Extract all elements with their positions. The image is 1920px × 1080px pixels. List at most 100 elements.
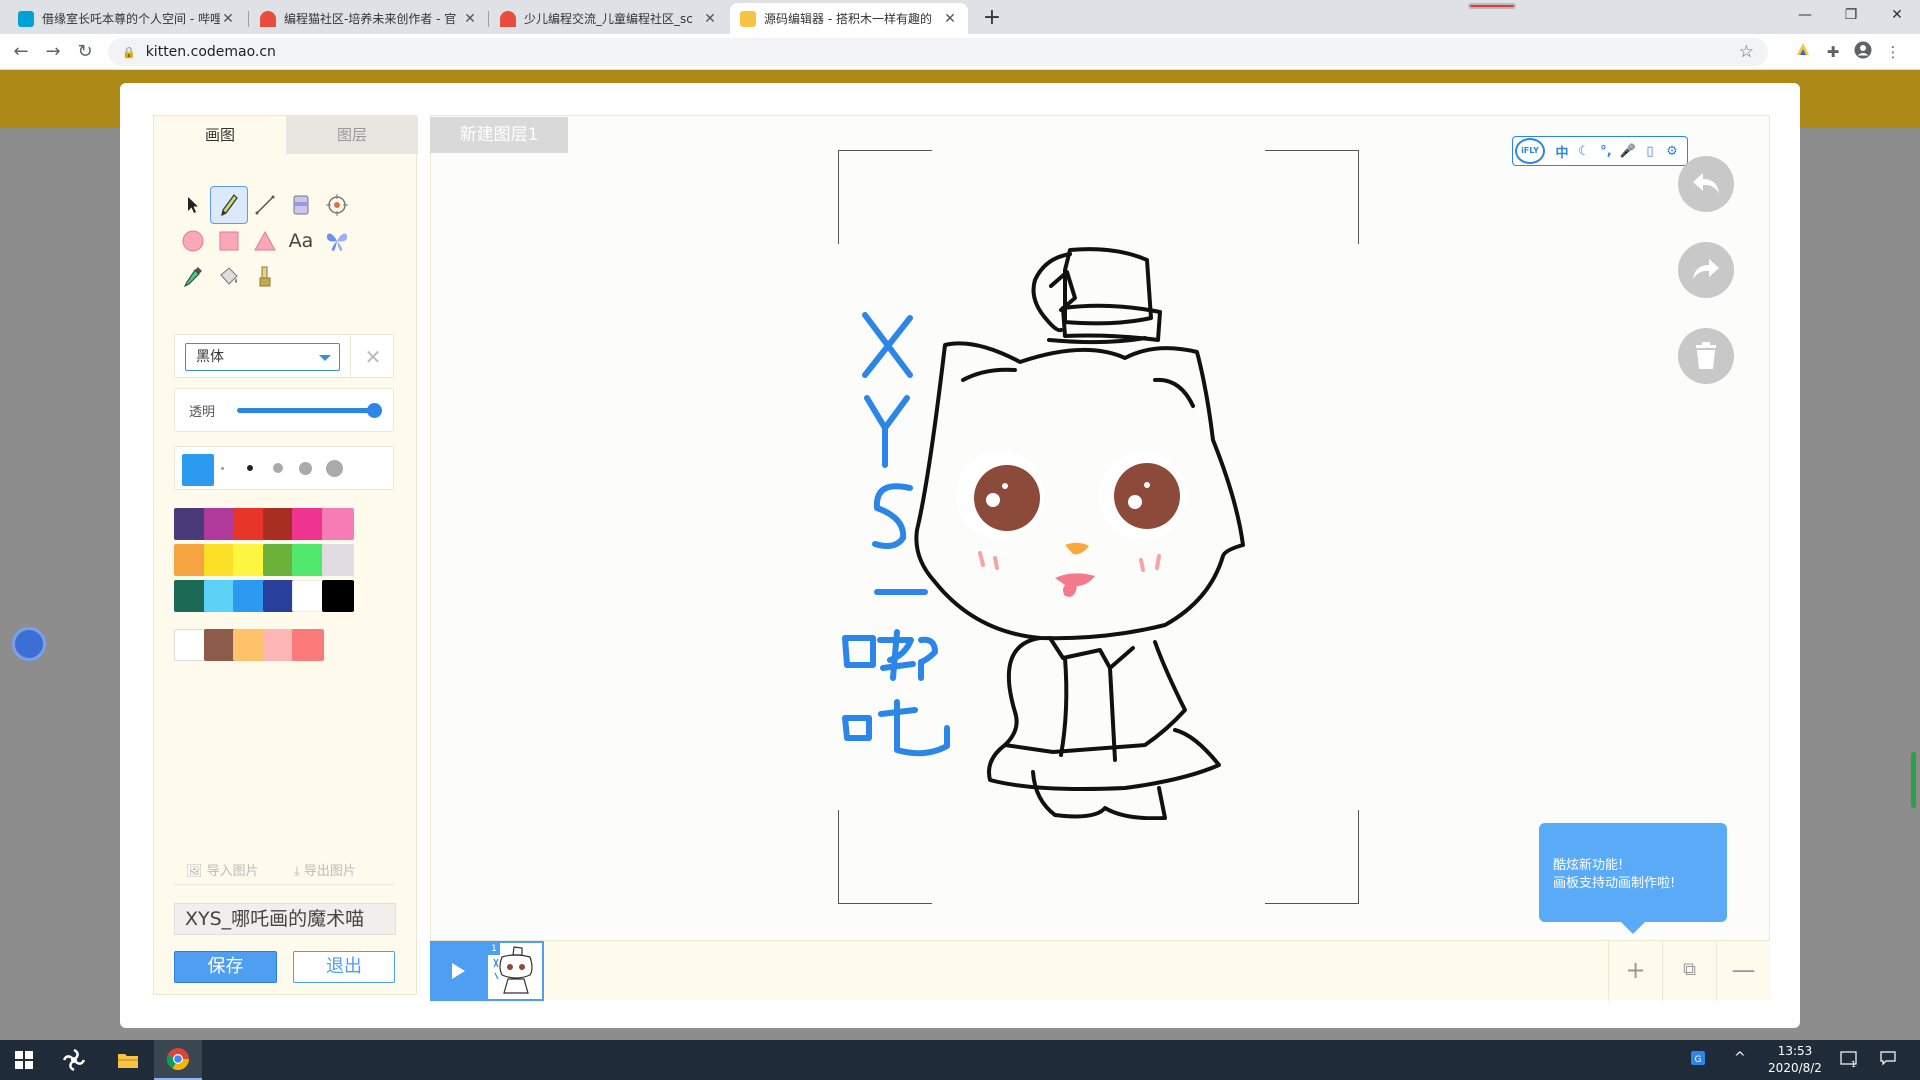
color-swatch[interactable]: [321, 580, 354, 612]
color-swatch[interactable]: [233, 508, 265, 540]
address-bar[interactable]: 🔒 kitten.codemao.cn ☆: [108, 38, 1768, 66]
clipboard-icon[interactable]: ▯: [1639, 144, 1661, 159]
kitten-favicon-icon: [740, 10, 756, 27]
browser-tab-kitten-editor[interactable]: 源码编辑器 - 搭积木一样有趣的 ✕: [730, 3, 968, 34]
eyedropper-tool[interactable]: [174, 258, 212, 296]
window-minimize-button[interactable]: —: [1782, 0, 1828, 30]
bookmark-star-icon[interactable]: ☆: [1739, 42, 1754, 62]
brush-size-1[interactable]: [221, 467, 224, 470]
window-restore-button[interactable]: ❐: [1828, 0, 1874, 30]
opacity-slider-track[interactable]: [237, 408, 375, 413]
color-swatch[interactable]: [174, 508, 206, 540]
gear-icon[interactable]: ⚙: [1661, 144, 1683, 159]
exit-button[interactable]: 退出: [293, 951, 395, 983]
brush-size-2[interactable]: [247, 465, 253, 471]
add-frame-plus-icon[interactable]: +: [1608, 941, 1662, 1001]
new-tab-button[interactable]: +: [978, 5, 1006, 33]
recent-color-swatch[interactable]: [174, 629, 206, 661]
color-swatch[interactable]: [174, 580, 206, 612]
eraser-tool[interactable]: [282, 186, 320, 224]
font-dropdown[interactable]: 黑体: [185, 343, 340, 371]
delete-button[interactable]: [1678, 328, 1734, 384]
remove-frame-minus-icon[interactable]: —: [1716, 941, 1770, 1001]
line-tool[interactable]: [246, 186, 284, 224]
recent-color-swatch[interactable]: [233, 629, 265, 661]
redo-button[interactable]: [1678, 242, 1734, 298]
brush-tool[interactable]: [246, 258, 284, 296]
brush-size-4[interactable]: [299, 462, 312, 475]
triangle-tool[interactable]: [246, 222, 284, 260]
chrome-taskbar-icon[interactable]: [154, 1040, 202, 1080]
file-explorer-icon[interactable]: [104, 1040, 152, 1080]
tab-close-icon[interactable]: ✕: [942, 11, 958, 27]
taskbar-clock[interactable]: 13:53 2020/8/2: [1762, 1043, 1828, 1077]
color-swatch[interactable]: [321, 508, 354, 540]
color-swatch[interactable]: [203, 580, 236, 612]
tab-draw[interactable]: 画图: [154, 116, 286, 154]
brush-size-3[interactable]: [273, 463, 283, 473]
tab-close-icon[interactable]: ✕: [462, 11, 478, 27]
color-swatch[interactable]: [262, 544, 295, 576]
opacity-slider-handle[interactable]: [367, 403, 382, 418]
tab-close-icon[interactable]: ✕: [702, 11, 718, 27]
tab-layers[interactable]: 图层: [286, 116, 418, 154]
select-arrow-tool[interactable]: [174, 186, 212, 224]
color-swatch[interactable]: [233, 544, 265, 576]
browser-tab-kids-coding[interactable]: 少儿编程交流_儿童编程社区_sc ✕: [490, 3, 728, 34]
current-color-swatch[interactable]: [182, 454, 214, 486]
recent-color-swatch[interactable]: [203, 629, 236, 661]
notifications-icon[interactable]: 1: [1840, 1050, 1858, 1072]
color-swatch[interactable]: [262, 508, 295, 540]
punctuation-icon[interactable]: °,: [1595, 144, 1617, 159]
color-swatch[interactable]: [203, 508, 236, 540]
window-close-button[interactable]: ✕: [1874, 0, 1920, 30]
color-swatch[interactable]: [233, 580, 265, 612]
pencil-tool[interactable]: [210, 186, 248, 224]
tray-chevron-up-icon[interactable]: ^: [1734, 1050, 1746, 1066]
browser-tab-codemao-community[interactable]: 编程猫社区-培养未来创作者 - 官 ✕: [250, 3, 488, 34]
back-arrow-icon[interactable]: ←: [8, 39, 34, 65]
microphone-icon[interactable]: 🎤: [1617, 144, 1639, 159]
color-swatch[interactable]: [174, 544, 206, 576]
browser-tab-bilibili[interactable]: 借缘室长吒本尊的个人空间 - 哔哩 ✕: [8, 3, 246, 34]
profile-avatar-icon[interactable]: [1852, 41, 1874, 63]
puzzle-extensions-icon[interactable]: ✚: [1822, 41, 1844, 63]
duplicate-frame-icon[interactable]: ⧉: [1662, 941, 1716, 1001]
export-image-button[interactable]: ⤓ 导出图片: [294, 860, 356, 879]
stamp-tool[interactable]: [318, 222, 356, 260]
action-center-icon[interactable]: [1880, 1050, 1896, 1070]
forward-arrow-icon[interactable]: →: [40, 39, 66, 65]
app-fan-icon[interactable]: [50, 1040, 98, 1080]
windows-start-icon[interactable]: [0, 1040, 48, 1080]
reload-icon[interactable]: ↻: [72, 39, 98, 65]
moon-icon[interactable]: ☾: [1573, 144, 1595, 159]
floating-helper-icon[interactable]: [12, 627, 46, 661]
recent-color-swatch[interactable]: [262, 629, 295, 661]
paint-bucket-tool[interactable]: [210, 258, 248, 296]
circle-tool[interactable]: [174, 222, 212, 260]
color-swatch[interactable]: [292, 580, 324, 612]
work-name-input[interactable]: XYS_哪吒画的魔术喵: [174, 903, 396, 935]
rectangle-tool[interactable]: [210, 222, 248, 260]
frame-thumbnail[interactable]: 1: [486, 941, 544, 1001]
color-swatch[interactable]: [292, 508, 324, 540]
color-swatch[interactable]: [321, 544, 354, 576]
color-swatch[interactable]: [292, 544, 324, 576]
import-image-button[interactable]: 🖼 导入图片: [186, 860, 259, 879]
color-swatch[interactable]: [262, 580, 295, 612]
chinese-mode-button[interactable]: 中: [1551, 142, 1573, 161]
browser-menu-icon[interactable]: ⋮: [1882, 41, 1904, 63]
tab-close-icon[interactable]: ✕: [220, 11, 236, 27]
undo-button[interactable]: [1678, 156, 1734, 212]
recent-color-swatch[interactable]: [292, 629, 324, 661]
play-button[interactable]: [430, 941, 486, 1001]
extension-icon[interactable]: [1792, 41, 1814, 63]
color-swatch[interactable]: [203, 544, 236, 576]
brush-size-5[interactable]: [326, 460, 343, 477]
clear-font-close-icon[interactable]: ✕: [359, 343, 387, 371]
ifly-logo-icon[interactable]: iFLY: [1515, 138, 1545, 164]
text-tool[interactable]: Aa: [282, 222, 320, 260]
save-button[interactable]: 保存: [174, 951, 277, 983]
tray-app-icon[interactable]: G: [1690, 1050, 1706, 1070]
center-target-tool[interactable]: [318, 186, 356, 224]
